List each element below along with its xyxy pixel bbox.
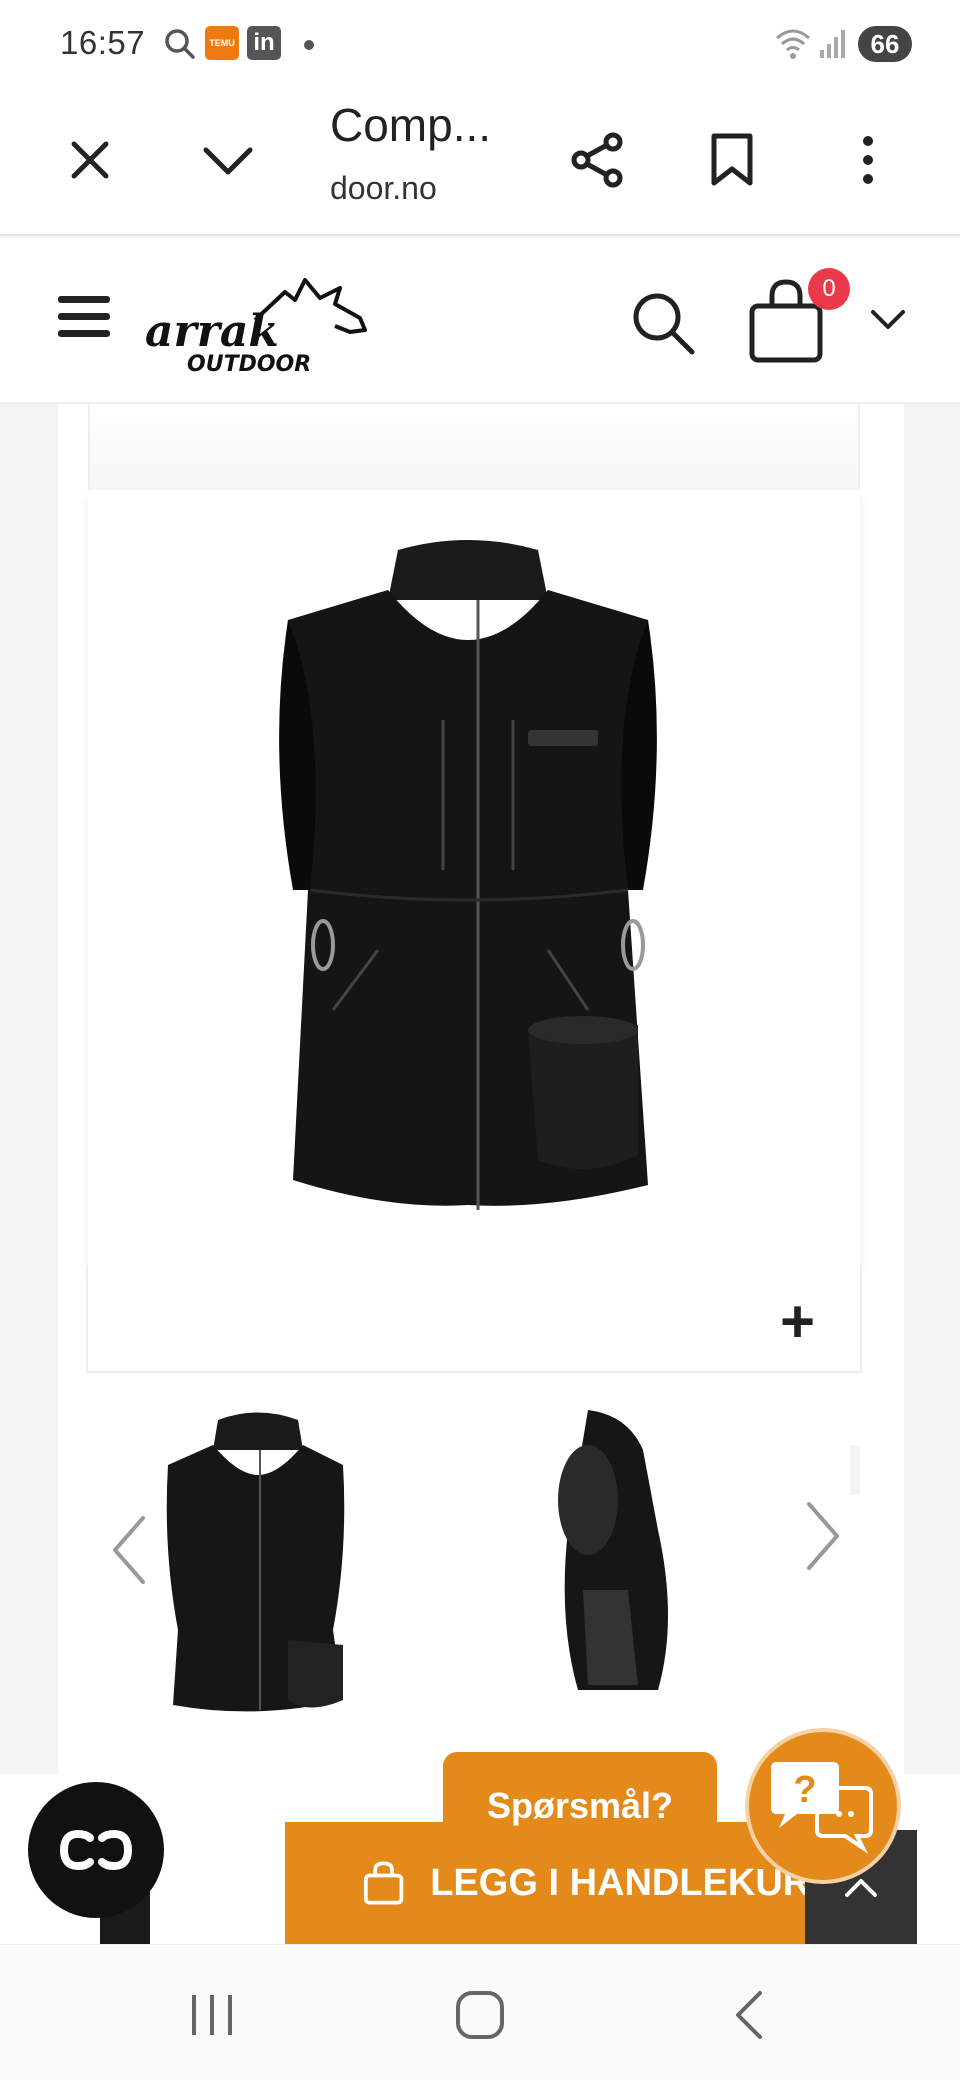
status-bar: 16:57 TEMU in 66 (0, 0, 960, 90)
co-floating-button[interactable] (28, 1782, 164, 1918)
share-button[interactable] (557, 120, 637, 200)
browser-toolbar: Comp... door.no (0, 90, 960, 236)
chat-button[interactable]: ? (745, 1728, 901, 1884)
thumbnail-side[interactable] (508, 1390, 688, 1720)
main-image-footer (86, 1265, 862, 1373)
logo-text-bottom: OUTDOOR (187, 352, 311, 377)
battery-indicator: 66 (858, 26, 912, 62)
shopping-bag-icon (363, 1861, 404, 1905)
hamburger-menu-icon[interactable] (58, 294, 110, 340)
page-title: Comp... (330, 99, 492, 151)
thumbnail-front[interactable] (148, 1390, 368, 1720)
site-header: arrak OUTDOOR 0 (0, 238, 960, 404)
co-logo-icon (59, 1829, 133, 1871)
thumbnail-next-peek (850, 1445, 860, 1495)
logo-text-top: arrak (145, 306, 279, 357)
thumbnail-carousel (88, 1390, 860, 1720)
temu-notification-icon: TEMU (205, 26, 239, 60)
cart-count-badge: 0 (808, 268, 850, 310)
wifi-icon (776, 29, 810, 59)
status-time: 16:57 (60, 24, 146, 61)
search-icon[interactable] (630, 290, 696, 356)
page-url[interactable]: door.no (330, 170, 437, 207)
chevron-down-icon[interactable] (870, 308, 906, 332)
product-main-image[interactable] (88, 490, 860, 1265)
home-icon[interactable] (450, 1985, 510, 2045)
more-vertical-icon (863, 136, 873, 184)
system-navigation-bar (0, 1944, 960, 2080)
chevron-down-icon (203, 147, 253, 175)
questions-bubble[interactable]: Spørsmål? (443, 1752, 717, 1860)
chat-bubbles-icon: ? (771, 1762, 873, 1854)
next-image-arrow-icon[interactable] (797, 1496, 847, 1576)
bookmark-icon (711, 133, 753, 186)
share-icon (571, 132, 623, 188)
questions-label: Spørsmål? (486, 1785, 674, 1826)
vest-image (279, 540, 657, 1210)
zoom-plus-button[interactable]: + (780, 1292, 815, 1352)
signal-icon (820, 30, 845, 58)
gallery-top-strip (88, 404, 860, 490)
close-tab-button[interactable] (50, 120, 130, 200)
more-options-button[interactable] (828, 120, 908, 200)
search-notification-icon (165, 29, 195, 59)
site-logo[interactable]: arrak OUTDOOR (145, 270, 375, 380)
bookmark-button[interactable] (692, 120, 772, 200)
back-icon[interactable] (720, 1985, 780, 2045)
minimize-tab-button[interactable] (188, 120, 268, 200)
recent-apps-icon[interactable] (182, 1985, 242, 2045)
linkedin-notification-icon: in (247, 26, 281, 60)
close-icon (71, 141, 109, 179)
more-notifications-dot-icon (304, 40, 314, 50)
husky-logo-icon: arrak OUTDOOR (145, 278, 367, 377)
chat-question-mark: ? (793, 1769, 816, 1811)
